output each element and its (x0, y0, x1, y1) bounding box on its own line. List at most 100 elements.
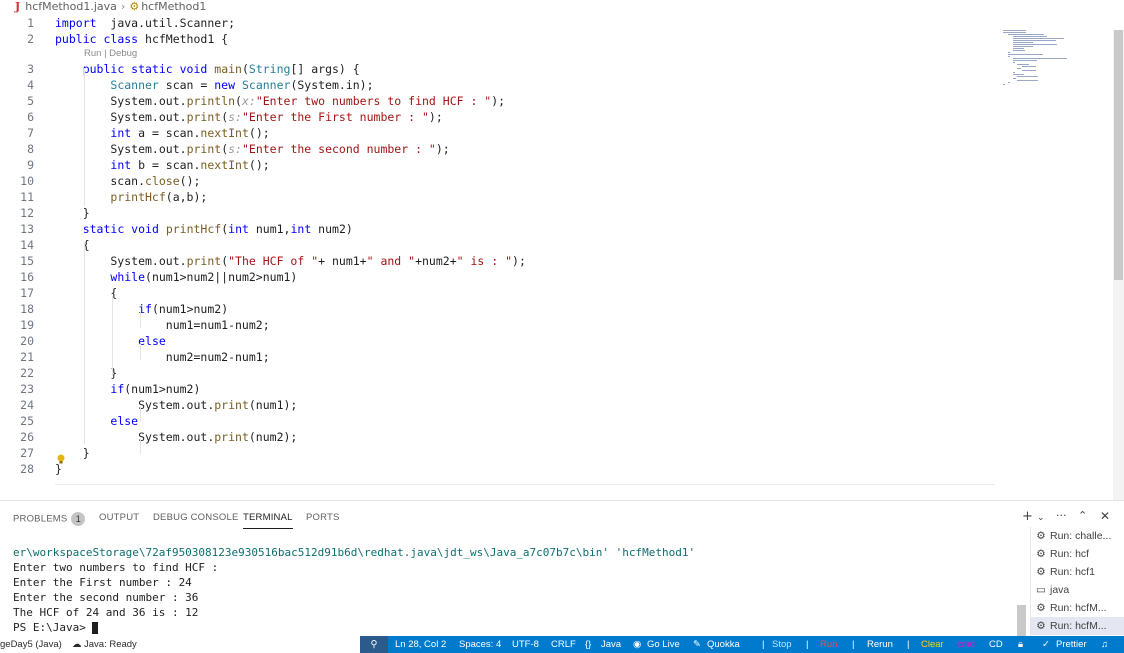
java-file-icon: J (15, 0, 21, 13)
code-token: " is : " (456, 254, 513, 268)
terminal-item-selected[interactable]: ⚙ Run: hcfM... (1031, 617, 1124, 635)
status-spaces[interactable]: Spaces: 4 (459, 636, 501, 653)
maximize-panel-icon[interactable]: ⌃ (1078, 509, 1087, 522)
status-position[interactable]: Ln 28, Col 2 (395, 636, 446, 653)
terminal-item-label: Run: hcf (1050, 548, 1090, 560)
tab-problems[interactable]: PROBLEMS 1 (13, 512, 86, 528)
status-project[interactable]: geDay5 (Java) (0, 636, 62, 653)
code-token: (System.in); (290, 78, 374, 92)
code-text: while(num1>num2||num2>num1) (55, 269, 297, 285)
code-text: System.out.print(num2); (55, 429, 297, 445)
minimap-line (1012, 42, 1034, 43)
inlay-hint: s: (228, 110, 242, 124)
terminal-output[interactable]: er\workspaceStorage\72af950308123e930516… (13, 545, 1013, 635)
code-token: scan = (158, 78, 215, 92)
minimap-line (1012, 78, 1017, 79)
bottom-panel: PROBLEMS 1 OUTPUT DEBUG CONSOLE TERMINAL … (0, 500, 1124, 637)
terminal-line: Enter the First number : 24 (13, 576, 192, 589)
editor-scrollbar[interactable] (1113, 30, 1124, 500)
class-icon: ⚙ (129, 0, 140, 13)
code-token: System.out. (55, 398, 215, 412)
code-token: (); (248, 158, 270, 172)
lock-icon[interactable]: 🔒︎ (1018, 636, 1023, 653)
tab-terminal[interactable]: TERMINAL (243, 512, 293, 529)
more-actions-icon[interactable]: ··· (1056, 509, 1067, 522)
breadcrumb-file[interactable]: hcfMethod1.java (25, 0, 117, 13)
terminal-item[interactable]: ⚙ Run: hcfM... (1035, 599, 1106, 617)
code-token: public (55, 32, 97, 46)
new-terminal-plus-icon[interactable]: + (1022, 509, 1033, 524)
code-token: num2) (311, 222, 353, 236)
code-token: class (96, 32, 139, 46)
code-token: import (55, 16, 97, 30)
tab-output[interactable]: OUTPUT (99, 512, 139, 528)
terminal-item[interactable]: ⚙ Run: hcf (1035, 545, 1089, 563)
indent-guide (84, 68, 85, 206)
code-token: new (214, 78, 236, 92)
status-eol[interactable]: CRLF (551, 636, 576, 653)
zoom-icon[interactable]: ⚲ (360, 636, 388, 653)
code-token: ); (491, 94, 506, 108)
code-token: public static void (82, 62, 208, 76)
line-number: 20 (20, 334, 34, 348)
status-golive[interactable]: Go Live (647, 636, 680, 653)
code-token: else (110, 414, 139, 428)
code-token: "Enter the second number : " (241, 142, 436, 156)
status-cmd[interactable]: cmd (957, 636, 975, 653)
tab-debug-console[interactable]: DEBUG CONSOLE (153, 512, 238, 528)
code-text: if(num1>num2) (55, 301, 228, 317)
minimap-line (1007, 34, 1044, 35)
status-sep: | (852, 639, 855, 650)
terminal-icon: ▭ (1036, 584, 1046, 596)
line-number: 2 (27, 32, 34, 46)
status-encoding[interactable]: UTF-8 (512, 636, 539, 653)
notifications-bell-icon[interactable]: ♫ (1101, 636, 1108, 653)
code-token: Scanner (110, 78, 159, 92)
status-language[interactable]: Java (601, 636, 621, 653)
status-java-ready[interactable]: Java: Ready (84, 636, 137, 653)
code-text: System.out.print(s:"Enter the First numb… (55, 109, 443, 125)
code-token: String (248, 62, 291, 76)
line-number: 22 (20, 366, 34, 380)
code-text: public class hcfMethod1 { (55, 31, 228, 47)
tab-ports[interactable]: PORTS (306, 512, 340, 528)
code-token: nextInt (200, 158, 249, 172)
code-text: static void printHcf(int num1,int num2) (55, 221, 353, 237)
minimap-line (1012, 48, 1025, 49)
status-stop[interactable]: Stop (772, 636, 792, 653)
code-token: } (55, 366, 118, 380)
code-token: hcfMethod1 { (138, 32, 229, 46)
status-rerun[interactable]: Rerun (867, 636, 893, 653)
status-sep: | (907, 639, 910, 650)
close-panel-icon[interactable]: ✕ (1100, 509, 1110, 523)
lightbulb-icon[interactable] (56, 454, 66, 464)
status-clear[interactable]: Clear (921, 636, 944, 653)
minimap[interactable] (995, 30, 1075, 90)
minimap-line (1012, 60, 1037, 61)
terminal-prompt-line[interactable]: PS E:\Java> (13, 620, 1013, 635)
minimap-line (1012, 50, 1026, 51)
codelens-run-debug[interactable]: Run | Debug (84, 47, 137, 60)
terminal-item[interactable]: ⚙ Run: challe... (1035, 527, 1111, 545)
status-quokka[interactable]: Quokka (707, 636, 740, 653)
status-cd[interactable]: CD (989, 636, 1003, 653)
code-token: main (214, 62, 242, 76)
indent-guide (140, 344, 141, 360)
status-prettier[interactable]: Prettier (1056, 636, 1087, 653)
breadcrumb-symbol[interactable]: hcfMethod1 (141, 0, 206, 13)
editor-divider (55, 484, 995, 485)
code-text: printHcf(a,b); (55, 189, 207, 205)
status-run[interactable]: Run (820, 636, 837, 653)
code-text: num2=num2-num1; (55, 349, 270, 365)
code-token: ); (428, 110, 443, 124)
terminal-scrollbar[interactable] (1017, 605, 1026, 637)
scrollbar-thumb[interactable] (1114, 30, 1123, 280)
code-editor[interactable]: 1 import java.util.Scanner; 2 public class … (0, 14, 1124, 500)
line-number: 5 (27, 94, 34, 108)
panel-tabs: PROBLEMS 1 OUTPUT DEBUG CONSOLE TERMINAL … (0, 501, 1124, 533)
terminal-item[interactable]: ▭ java (1035, 581, 1069, 599)
chevron-down-icon[interactable]: ⌄ (1037, 513, 1045, 523)
terminal-item[interactable]: ⚙ Run: hcf1 (1035, 563, 1095, 581)
code-text: import java.util.Scanner; (55, 15, 235, 31)
